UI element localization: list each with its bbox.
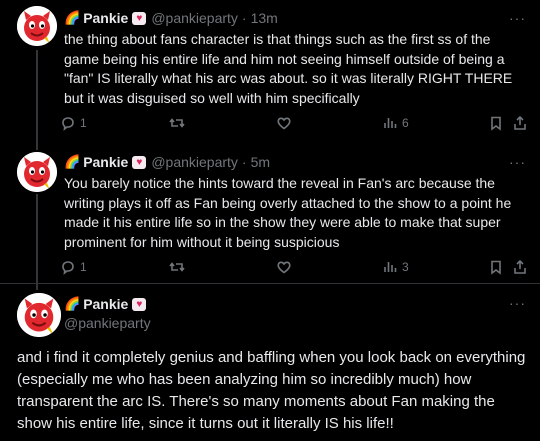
retweet-icon — [169, 118, 185, 128]
bookmark-button[interactable] — [488, 259, 504, 275]
views-button[interactable]: 6 — [382, 115, 409, 131]
tweet-text: You barely notice the hints toward the r… — [64, 175, 512, 250]
like-icon — [277, 117, 291, 130]
reply-button[interactable]: 1 — [60, 115, 87, 131]
like-button[interactable] — [276, 259, 292, 275]
tweet-header: 🌈 Pankie ♥ @pankieparty · 13m — [64, 8, 528, 28]
heart-icon: ♥ — [132, 297, 147, 311]
user-handle[interactable]: @pankieparty — [151, 10, 238, 26]
tweet-header: 🌈 Pankie ♥ — [64, 294, 151, 314]
views-icon — [384, 262, 397, 272]
user-handle[interactable]: @pankieparty — [151, 154, 238, 170]
share-button[interactable] — [512, 259, 528, 275]
bookmark-icon — [491, 116, 501, 131]
avatar[interactable] — [17, 6, 57, 46]
like-button[interactable] — [276, 115, 292, 131]
author-block: 🌈 Pankie ♥ @pankieparty — [64, 294, 151, 331]
tweet-thread: 🌈 Pankie ♥ @pankieparty · 13m ··· the th… — [0, 0, 540, 441]
rainbow-emoji: 🌈 — [64, 10, 81, 25]
display-name[interactable]: Pankie — [83, 10, 128, 26]
views-button[interactable]: 3 — [382, 259, 409, 275]
heart-icon: ♥ — [132, 11, 147, 25]
avatar[interactable] — [17, 152, 57, 192]
tweet[interactable]: 🌈 Pankie ♥ @pankieparty · 13m ··· the th… — [0, 0, 540, 144]
more-icon[interactable]: ··· — [509, 154, 526, 170]
tweet-text: the thing about fans character is that t… — [64, 31, 513, 106]
views-count: 3 — [402, 260, 409, 274]
separator-dot: · — [241, 10, 247, 26]
rainbow-emoji: 🌈 — [64, 296, 81, 311]
bookmark-icon — [491, 260, 501, 275]
timestamp[interactable]: 13m — [251, 10, 278, 26]
avatar-devil-icon — [17, 6, 57, 46]
share-icon — [514, 115, 526, 130]
reply-icon — [62, 261, 74, 275]
reply-count: 1 — [80, 260, 87, 274]
action-bar: 1 6 — [60, 113, 528, 133]
avatar-devil-icon — [17, 293, 61, 337]
like-icon — [277, 261, 291, 274]
heart-icon: ♥ — [132, 155, 147, 169]
display-name[interactable]: Pankie — [83, 296, 128, 312]
retweet-icon — [169, 262, 185, 272]
reply-count: 1 — [80, 116, 87, 130]
separator-dot: · — [241, 154, 247, 170]
display-name[interactable]: Pankie — [83, 154, 128, 170]
avatar-devil-icon — [17, 152, 57, 192]
user-handle[interactable]: @pankieparty — [64, 315, 151, 331]
more-icon[interactable]: ··· — [509, 295, 526, 311]
timestamp[interactable]: 5m — [251, 154, 270, 170]
tweet-header: 🌈 Pankie ♥ @pankieparty · 5m — [64, 152, 528, 172]
views-count: 6 — [402, 116, 409, 130]
share-icon — [514, 259, 526, 274]
reply-icon — [62, 117, 74, 131]
share-button[interactable] — [512, 115, 528, 131]
views-icon — [384, 118, 397, 128]
reply-button[interactable]: 1 — [60, 259, 87, 275]
retweet-button[interactable] — [169, 115, 185, 131]
retweet-button[interactable] — [169, 259, 185, 275]
bookmark-button[interactable] — [488, 115, 504, 131]
action-bar: 1 3 — [60, 257, 528, 277]
tweet-text: and i find it completely genius and baff… — [17, 349, 526, 432]
more-icon[interactable]: ··· — [509, 10, 526, 26]
tweet[interactable]: 🌈 Pankie ♥ @pankieparty · 5m ··· You bar… — [0, 144, 540, 284]
avatar[interactable] — [17, 293, 61, 337]
rainbow-emoji: 🌈 — [64, 154, 81, 169]
